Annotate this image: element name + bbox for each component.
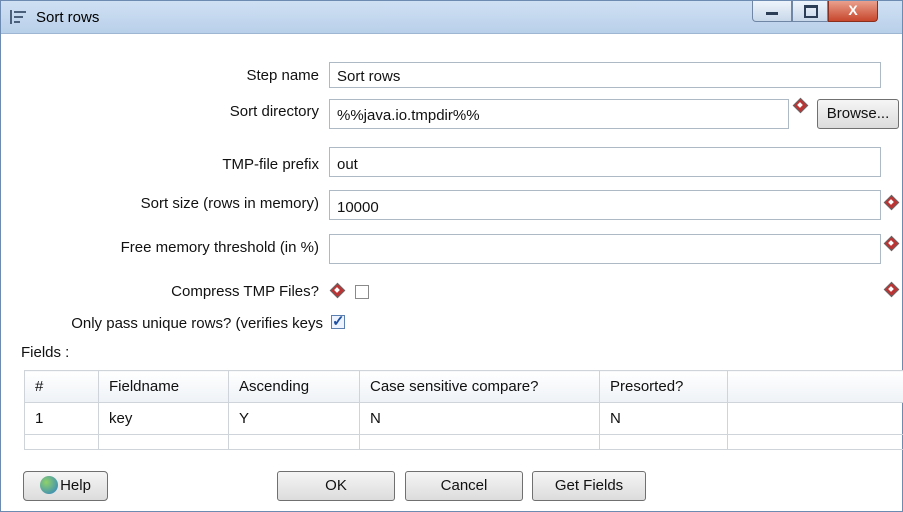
tmp-prefix-input[interactable]: out (329, 147, 881, 177)
variable-icon (885, 237, 898, 250)
fields-label: Fields : (21, 344, 70, 361)
column-header[interactable]: Ascending (228, 370, 360, 403)
free-memory-input[interactable] (329, 234, 881, 264)
table-cell[interactable] (727, 402, 903, 435)
variable-icon (794, 99, 807, 112)
table-cell[interactable]: key (98, 402, 229, 435)
column-header[interactable]: Presorted? (599, 370, 728, 403)
table-cell[interactable]: N (599, 402, 728, 435)
unique-rows-label: Only pass unique rows? (verifies keys (71, 315, 323, 332)
ok-button[interactable]: OK (277, 471, 395, 501)
step-name-label: Step name (246, 67, 319, 84)
table-cell[interactable] (24, 434, 99, 450)
variable-icon (885, 196, 898, 209)
help-button[interactable]: Help (23, 471, 108, 501)
sort-directory-label: Sort directory (229, 103, 319, 120)
window-controls: X (752, 1, 878, 23)
table-cell[interactable] (228, 434, 360, 450)
table-cell[interactable]: N (359, 402, 600, 435)
minimize-button[interactable] (752, 1, 792, 22)
table-cell[interactable] (359, 434, 600, 450)
sort-size-input[interactable]: 10000 (329, 190, 881, 220)
get-fields-button[interactable]: Get Fields (532, 471, 646, 501)
help-button-label: Help (60, 477, 91, 494)
browse-button[interactable]: Browse... (817, 99, 899, 129)
close-button[interactable]: X (828, 1, 878, 22)
compress-checkbox[interactable] (355, 285, 369, 299)
cancel-button[interactable]: Cancel (405, 471, 523, 501)
table-row[interactable] (24, 434, 903, 450)
table-cell[interactable]: 1 (24, 402, 99, 435)
maximize-icon (804, 5, 818, 18)
compress-label: Compress TMP Files? (171, 283, 319, 300)
table-cell[interactable] (98, 434, 229, 450)
table-cell[interactable]: Y (228, 402, 360, 435)
tmp-prefix-label: TMP-file prefix (222, 156, 319, 173)
column-header[interactable]: Fieldname (98, 370, 229, 403)
table-row[interactable]: 1 key Y N N (24, 402, 903, 435)
sort-rows-dialog: Sort rows X Step name Sort rows Sort dir… (0, 0, 903, 512)
sort-size-label: Sort size (rows in memory) (140, 195, 319, 212)
variable-icon (885, 283, 898, 296)
sort-directory-input[interactable]: %%java.io.tmpdir%% (329, 99, 789, 129)
free-memory-label: Free memory threshold (in %) (120, 239, 319, 256)
column-header[interactable]: Case sensitive compare? (359, 370, 600, 403)
title-bar[interactable]: Sort rows X (1, 1, 902, 34)
help-icon (40, 476, 59, 494)
table-cell[interactable] (727, 434, 903, 450)
unique-rows-checkbox[interactable] (331, 312, 345, 330)
window-title: Sort rows (36, 9, 100, 26)
sort-rows-app-icon (10, 10, 26, 24)
column-header[interactable] (727, 370, 903, 403)
column-header[interactable]: # (24, 370, 99, 403)
maximize-button[interactable] (792, 1, 828, 22)
variable-icon (331, 284, 344, 297)
fields-table: # Fieldname Ascending Case sensitive com… (24, 370, 903, 450)
step-name-input[interactable]: Sort rows (329, 62, 881, 88)
minimize-icon (766, 12, 778, 15)
table-header-row: # Fieldname Ascending Case sensitive com… (24, 370, 903, 403)
table-cell[interactable] (599, 434, 728, 450)
